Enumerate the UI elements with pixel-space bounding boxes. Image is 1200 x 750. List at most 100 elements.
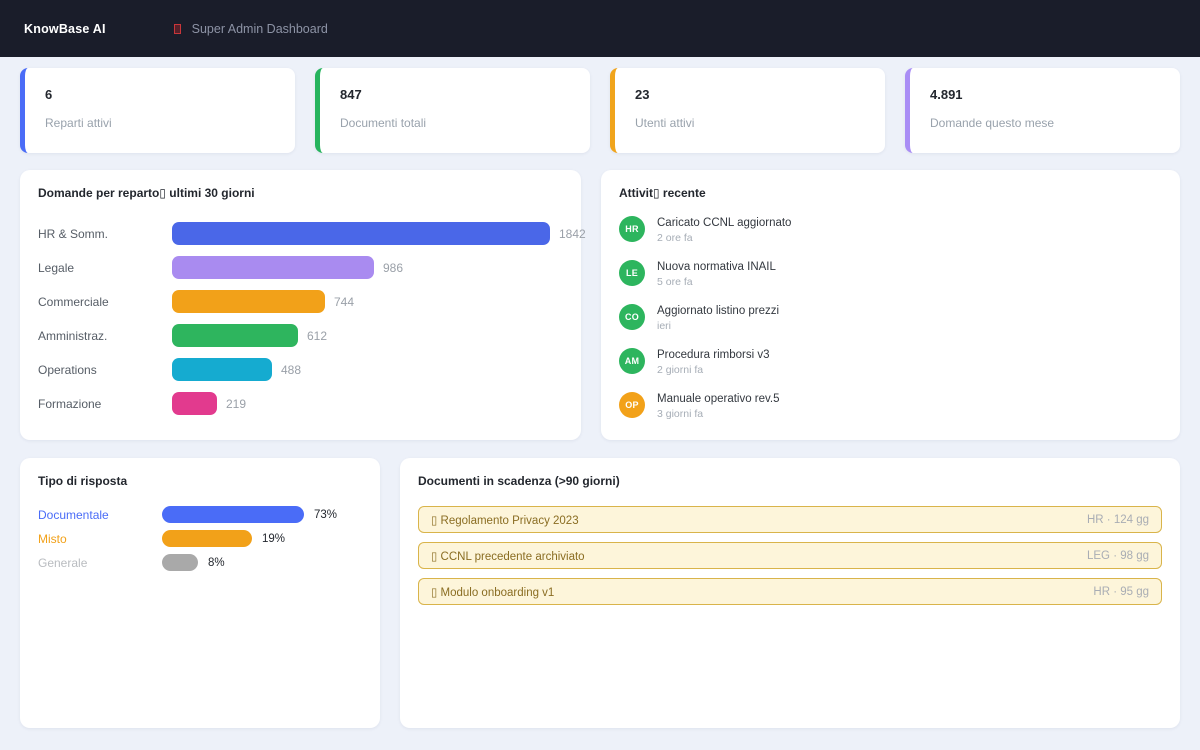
response-type-chart: Documentale 73% Misto 19% Generale 8% <box>38 506 362 571</box>
department-bar-value: 986 <box>383 261 403 275</box>
dashboard-main: 6 Reparti attivi 847 Documenti totali 23… <box>0 57 1200 728</box>
page-title: Super Admin Dashboard <box>192 22 328 36</box>
stat-value: 4.891 <box>930 87 1160 102</box>
expiring-docs-panel: Documenti in scadenza (>90 giorni) ▯ Reg… <box>400 458 1180 728</box>
expiring-doc-meta: LEG · 98 gg <box>1087 550 1149 562</box>
expiring-doc-item[interactable]: ▯ CCNL precedente archiviato LEG · 98 gg <box>418 542 1162 569</box>
activity-text: Manuale operativo rev.5 3 giorni fa <box>657 392 780 420</box>
activity-title: Caricato CCNL aggiornato <box>657 217 791 229</box>
expiring-doc-item[interactable]: ▯ Regolamento Privacy 2023 HR · 124 gg <box>418 506 1162 533</box>
department-bar <box>172 324 298 347</box>
response-bar <box>162 530 252 547</box>
department-bar <box>172 392 217 415</box>
department-bar-value: 612 <box>307 329 327 343</box>
stat-label: Domande questo mese <box>930 116 1160 130</box>
department-bar-chart: HR & Somm. 1842 Legale 986 Commerciale 7… <box>38 222 563 415</box>
expiring-doc-name: ▯ CCNL precedente archiviato <box>431 549 585 563</box>
department-avatar: HR <box>619 216 645 242</box>
bottom-row: Tipo di risposta Documentale 73% Misto 1… <box>20 458 1180 728</box>
department-bar-row: Formazione 219 <box>38 392 563 415</box>
activity-item: CO Aggiornato listino prezzi ieri <box>619 304 1162 332</box>
response-type-panel: Tipo di risposta Documentale 73% Misto 1… <box>20 458 380 728</box>
activity-time: 2 giorni fa <box>657 364 769 376</box>
activity-time: 2 ore fa <box>657 232 791 244</box>
department-bar-row: HR & Somm. 1842 <box>38 222 563 245</box>
stat-label: Reparti attivi <box>45 116 275 130</box>
department-bar <box>172 290 325 313</box>
response-bar-row: Misto 19% <box>38 530 362 547</box>
department-bar-label: Operations <box>38 363 172 377</box>
stat-value: 23 <box>635 87 865 102</box>
expiring-doc-meta: HR · 95 gg <box>1093 586 1149 598</box>
activity-time: 3 giorni fa <box>657 408 780 420</box>
brand-logo-text: KnowBase AI <box>24 22 106 36</box>
activity-list: HR Caricato CCNL aggiornato 2 ore fa LE … <box>619 216 1162 420</box>
activity-time: 5 ore fa <box>657 276 776 288</box>
activity-title: Manuale operativo rev.5 <box>657 393 780 405</box>
activity-text: Caricato CCNL aggiornato 2 ore fa <box>657 216 791 244</box>
activity-title: Procedura rimborsi v3 <box>657 349 769 361</box>
stat-value: 847 <box>340 87 570 102</box>
expiring-doc-name: ▯ Modulo onboarding v1 <box>431 585 554 599</box>
activity-text: Procedura rimborsi v3 2 giorni fa <box>657 348 769 376</box>
department-avatar: LE <box>619 260 645 286</box>
response-bar-row: Generale 8% <box>38 554 362 571</box>
department-bar-row: Operations 488 <box>38 358 563 381</box>
expiring-doc-meta: HR · 124 gg <box>1087 514 1149 526</box>
department-bar <box>172 222 550 245</box>
response-bar-label: Documentale <box>38 508 162 522</box>
stat-label: Documenti totali <box>340 116 570 130</box>
department-chart-title: Domande per reparto▯ ultimi 30 giorni <box>38 186 563 200</box>
response-type-title: Tipo di risposta <box>38 474 362 488</box>
activity-text: Nuova normativa INAIL 5 ore fa <box>657 260 776 288</box>
department-bar <box>172 358 272 381</box>
response-bar-value: 8% <box>208 557 225 569</box>
department-bar-label: Formazione <box>38 397 172 411</box>
stat-card: 847 Documenti totali <box>315 68 590 153</box>
stat-value: 6 <box>45 87 275 102</box>
department-bar-value: 219 <box>226 397 246 411</box>
response-bar-label: Generale <box>38 556 162 570</box>
expiring-docs-list: ▯ Regolamento Privacy 2023 HR · 124 gg ▯… <box>418 506 1162 605</box>
department-avatar: CO <box>619 304 645 330</box>
response-bar <box>162 506 304 523</box>
department-bar-label: Legale <box>38 261 172 275</box>
shield-tofu-icon <box>174 24 181 34</box>
response-bar-value: 73% <box>314 509 337 521</box>
stat-label: Utenti attivi <box>635 116 865 130</box>
activity-text: Aggiornato listino prezzi ieri <box>657 304 779 332</box>
stat-card: 6 Reparti attivi <box>20 68 295 153</box>
activity-time: ieri <box>657 320 779 332</box>
department-bar-label: HR & Somm. <box>38 227 172 241</box>
expiring-doc-name: ▯ Regolamento Privacy 2023 <box>431 513 579 527</box>
department-avatar: AM <box>619 348 645 374</box>
expiring-doc-item[interactable]: ▯ Modulo onboarding v1 HR · 95 gg <box>418 578 1162 605</box>
recent-activity-title: Attivit▯ recente <box>619 186 1162 200</box>
department-avatar: OP <box>619 392 645 418</box>
department-bar-value: 1842 <box>559 227 586 241</box>
recent-activity-panel: Attivit▯ recente HR Caricato CCNL aggior… <box>601 170 1180 440</box>
response-bar-value: 19% <box>262 533 285 545</box>
charts-row: Domande per reparto▯ ultimi 30 giorni HR… <box>20 170 1180 440</box>
expiring-docs-title: Documenti in scadenza (>90 giorni) <box>418 474 1162 488</box>
activity-item: LE Nuova normativa INAIL 5 ore fa <box>619 260 1162 288</box>
activity-item: OP Manuale operativo rev.5 3 giorni fa <box>619 392 1162 420</box>
department-bar-value: 744 <box>334 295 354 309</box>
stat-card: 4.891 Domande questo mese <box>905 68 1180 153</box>
response-bar-row: Documentale 73% <box>38 506 362 523</box>
activity-item: HR Caricato CCNL aggiornato 2 ore fa <box>619 216 1162 244</box>
activity-title: Nuova normativa INAIL <box>657 261 776 273</box>
activity-item: AM Procedura rimborsi v3 2 giorni fa <box>619 348 1162 376</box>
app-header: KnowBase AI Super Admin Dashboard <box>0 0 1200 57</box>
response-bar <box>162 554 198 571</box>
stat-card: 23 Utenti attivi <box>610 68 885 153</box>
department-bar <box>172 256 374 279</box>
department-bar-row: Legale 986 <box>38 256 563 279</box>
department-chart-panel: Domande per reparto▯ ultimi 30 giorni HR… <box>20 170 581 440</box>
activity-title: Aggiornato listino prezzi <box>657 305 779 317</box>
department-bar-label: Commerciale <box>38 295 172 309</box>
response-bar-label: Misto <box>38 532 162 546</box>
stats-row: 6 Reparti attivi 847 Documenti totali 23… <box>20 68 1180 153</box>
department-bar-row: Amministraz. 612 <box>38 324 563 347</box>
department-bar-label: Amministraz. <box>38 329 172 343</box>
